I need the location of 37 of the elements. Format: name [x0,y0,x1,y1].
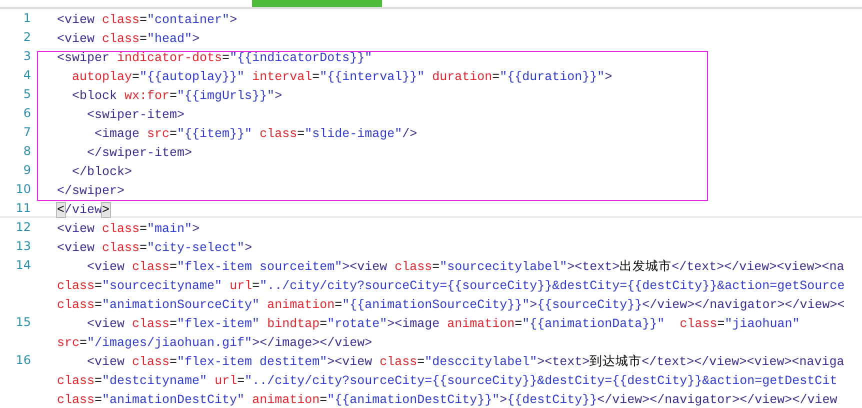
code-line: </view> [57,203,110,217]
code-line: autoplay="{{autoplay}}" interval="{{interval}}" duration="{{duration}}"> [71,70,612,84]
line-number: 16 [14,352,31,369]
code-line: class="animationSourceCity" animation="{{animationSourceCity}}">{{sourceCity}}</view></navigator></view>< [57,298,845,312]
line-number: 13 [14,238,31,255]
code-line: <view class="flex-item destitem"><view class="desccitylabel"><text>到达城市</text></view><view><naviga [86,355,844,369]
line-number: 2 [22,29,31,46]
code-line: <view class="head"> [57,32,200,46]
code-line: <view class="flex-item" bindtap="rotate"><image animation="{{animationData}}" class="jiaohuan" [86,317,800,331]
code-line: </block> [71,165,132,179]
code-line: <image src="{{item}}" class="slide-image"/> [94,127,418,141]
code-line: <block wx:for="{{imgUrls}}"> [71,89,282,103]
line-number: 3 [22,48,31,65]
line-number: 11 [14,200,31,217]
line-number: 9 [22,162,31,179]
code-line: class="destcityname" url="../city/city?sourceCity={{sourceCity}}&destCity={{destCity}}&action=getDestCit [57,374,838,388]
line-number: 7 [22,124,31,141]
code-line: <view class="city-select"> [57,241,252,255]
line-number: 8 [22,143,31,160]
code-line: src="/images/jiaohuan.gif"></image></view> [57,336,372,350]
line-number: 10 [14,181,31,198]
code-line: <view class="main"> [57,222,200,236]
line-number: 14 [14,257,31,274]
code-line: class="animationDestCity" animation="{{animationDestCity}}">{{destCity}}</view></navigator></view></view [57,393,838,407]
code-line: <view class="container"> [57,13,238,27]
code-line: <view class="flex-item sourceitem"><view class="sourcecitylabel"><text>出发城市</text></view><view><na [86,260,844,274]
line-number: 4 [22,67,31,84]
code-line: class="sourcecityname" url="../city/city?sourceCity={{sourceCity}}&destCity={{destCity}}&action=getSource [57,279,845,293]
line-number: 5 [22,86,31,103]
line-number: 1 [22,10,31,27]
line-number: 12 [14,219,31,236]
line-number: 6 [22,105,31,122]
line-number: 15 [14,314,31,331]
code-line: </swiper-item> [86,146,192,160]
code-line: </swiper> [57,184,125,198]
code-line: <swiper indicator-dots="{{indicatorDots}}" [57,51,372,65]
code-line: <swiper-item> [86,108,185,122]
